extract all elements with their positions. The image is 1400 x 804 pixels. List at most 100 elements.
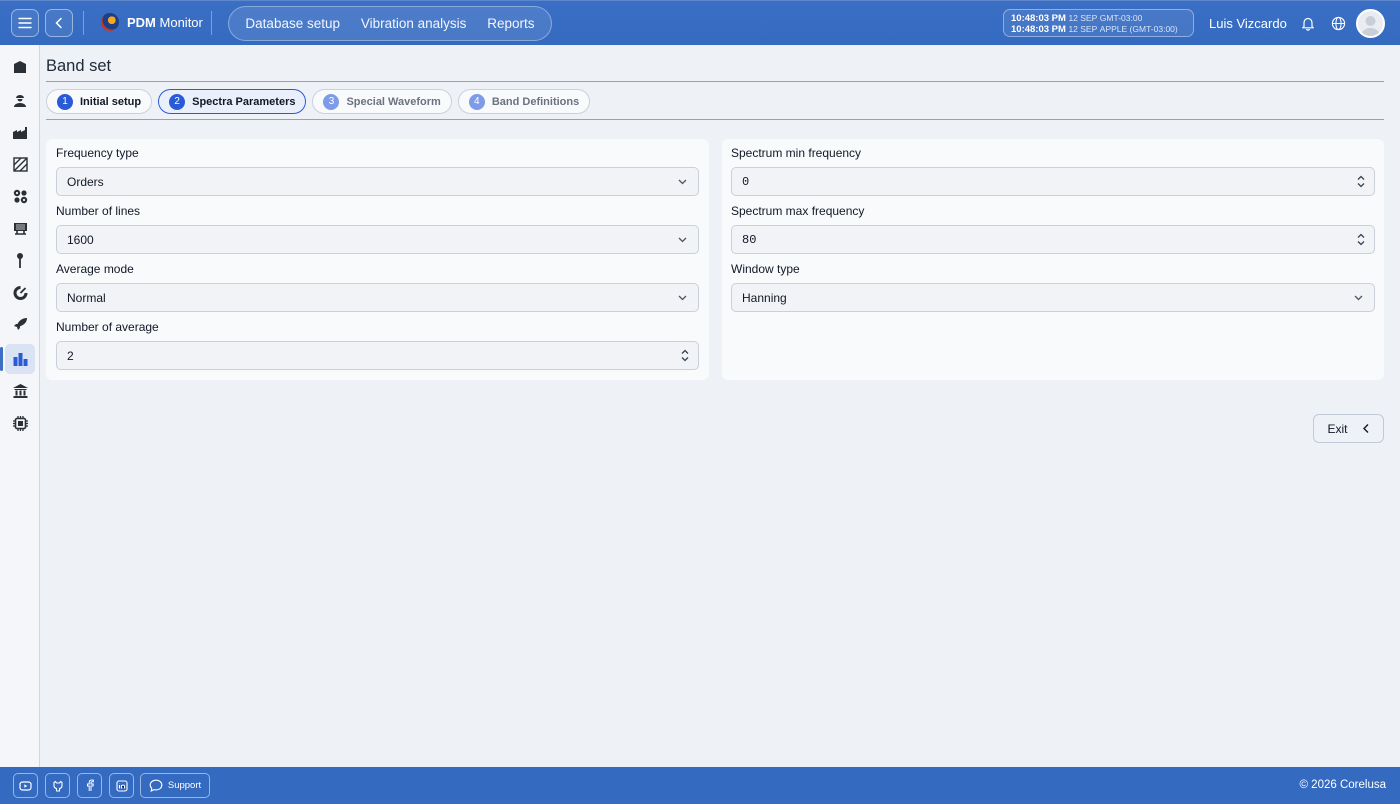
number-of-lines-label: Number of lines (56, 204, 141, 218)
linkedin-icon (115, 779, 128, 792)
sidebar-item-analysis[interactable] (0, 344, 35, 374)
sidebar-item-building[interactable] (5, 52, 35, 82)
app-name-rest: Monitor (159, 14, 203, 30)
clock-zone-local: GMT-03:00 (1099, 13, 1143, 23)
spectra-settings-panel: Frequency type Orders Number of lines 16… (46, 139, 709, 380)
clock-date-local: 12 SEP (1068, 13, 1098, 23)
step-spectra-parameters[interactable]: 2 Spectra Parameters (158, 89, 307, 114)
average-mode-label: Average mode (56, 262, 134, 276)
sidebar-item-worker[interactable] (5, 85, 35, 115)
worker-icon (14, 95, 26, 107)
clock-zone-site: APPLE (GMT-03:00) (1099, 24, 1178, 34)
exit-label: Exit (1327, 421, 1348, 436)
frequency-type-select[interactable]: Orders (56, 167, 699, 196)
speedometer-icon (13, 286, 27, 300)
youtube-icon (19, 780, 32, 791)
sidebar-item-hatched[interactable] (5, 149, 35, 179)
clock-time-site: 10:48:03 PM (1011, 24, 1066, 35)
exit-button[interactable]: Exit (1313, 414, 1384, 443)
spinner-arrows-icon[interactable] (1356, 232, 1366, 247)
divider (46, 81, 1384, 82)
clock-date-site: 12 SEP (1068, 24, 1098, 34)
frequency-type-label: Frequency type (56, 146, 139, 160)
step-special-waveform[interactable]: 3 Special Waveform (312, 89, 452, 114)
nav-reports[interactable]: Reports (487, 16, 534, 31)
average-mode-select[interactable]: Normal (56, 283, 699, 312)
step-band-definitions[interactable]: 4 Band Definitions (457, 89, 591, 114)
support-button[interactable]: Support (140, 773, 210, 798)
divider (46, 119, 1384, 120)
chevron-down-icon (678, 179, 687, 185)
copyright: © 2026 Corelusa (1299, 779, 1386, 791)
pin-icon (17, 252, 23, 268)
spinner-arrows-icon[interactable] (680, 348, 690, 363)
brand[interactable]: PDM Monitor (101, 13, 203, 31)
sidebar-item-gears[interactable] (5, 181, 35, 211)
footer: Support © 2026 Corelusa (0, 767, 1400, 804)
chevron-left-icon (1362, 424, 1368, 433)
back-button[interactable] (45, 9, 73, 37)
step-number: 3 (323, 93, 340, 110)
number-of-lines-select[interactable]: 1600 (56, 225, 699, 254)
window-type-label: Window type (731, 262, 800, 276)
spectrum-max-frequency-label: Spectrum max frequency (731, 204, 865, 218)
app-name-bold: PDM (127, 14, 156, 30)
clock-time-local: 10:48:03 PM (1011, 13, 1066, 24)
factory-icon (12, 127, 27, 139)
avatar[interactable] (1356, 9, 1385, 38)
sidebar-item-speedometer[interactable] (5, 277, 35, 307)
spinner-arrows-icon[interactable] (1356, 174, 1366, 189)
menu-button[interactable] (11, 9, 39, 37)
user-name[interactable]: Luis Vizcardo (1209, 16, 1287, 31)
step-number: 4 (468, 93, 485, 110)
institution-icon (12, 384, 28, 398)
window-type-value: Hanning (742, 290, 787, 305)
github-button[interactable] (45, 773, 70, 798)
sidebar-item-institution[interactable] (5, 376, 35, 406)
hamburger-icon (18, 17, 32, 29)
nav-database-setup[interactable]: Database setup (245, 16, 340, 31)
sidebar-item-rocket[interactable] (5, 309, 35, 339)
chevron-down-icon (1354, 295, 1363, 301)
frequency-type-value: Orders (67, 174, 104, 189)
spectrum-min-frequency-label: Spectrum min frequency (731, 146, 862, 160)
linkedin-button[interactable] (109, 773, 134, 798)
gears-icon (13, 189, 27, 204)
sidebar-item-machine[interactable] (5, 213, 35, 243)
rocket-icon (13, 317, 27, 330)
window-type-select[interactable]: Hanning (731, 283, 1375, 312)
spectrum-min-frequency-input[interactable]: 0 (731, 167, 1375, 196)
language-button[interactable] (1327, 12, 1349, 34)
number-of-lines-value: 1600 (67, 232, 94, 247)
number-of-average-input[interactable]: 2 (56, 341, 699, 370)
top-bar: PDM Monitor Database setup Vibration ana… (0, 0, 1400, 45)
chevron-down-icon (678, 295, 687, 301)
number-of-average-label: Number of average (56, 320, 159, 334)
number-of-average-value: 2 (67, 348, 74, 363)
step-label: Special Waveform (346, 95, 441, 108)
step-number: 1 (57, 93, 73, 110)
facebook-button[interactable] (77, 773, 102, 798)
sidebar (0, 45, 40, 767)
support-label: Support (167, 780, 202, 791)
facebook-icon (86, 779, 94, 791)
globe-icon (1331, 16, 1345, 30)
spectrum-min-frequency-value: 0 (742, 174, 750, 189)
divider (211, 11, 212, 35)
page-title: Band set (46, 57, 112, 75)
step-label: Initial setup (80, 95, 142, 108)
sidebar-item-pin[interactable] (5, 245, 35, 275)
chevron-left-icon (55, 17, 62, 29)
frequency-settings-panel: Spectrum min frequency 0 Spectrum max fr… (722, 139, 1384, 380)
step-label: Spectra Parameters (192, 95, 296, 108)
notifications-button[interactable] (1297, 12, 1319, 34)
sidebar-item-chip[interactable] (5, 408, 35, 438)
youtube-button[interactable] (13, 773, 38, 798)
spectrum-max-frequency-input[interactable]: 80 (731, 225, 1375, 254)
step-initial-setup[interactable]: 1 Initial setup (46, 89, 153, 114)
clock-widget: 10:48:03 PM 12 SEP GMT-03:00 10:48:03 PM… (1003, 9, 1194, 37)
sidebar-item-factory[interactable] (5, 117, 35, 147)
spectrum-max-frequency-value: 80 (742, 232, 757, 247)
average-mode-value: Normal (67, 290, 106, 305)
nav-vibration-analysis[interactable]: Vibration analysis (361, 16, 467, 31)
